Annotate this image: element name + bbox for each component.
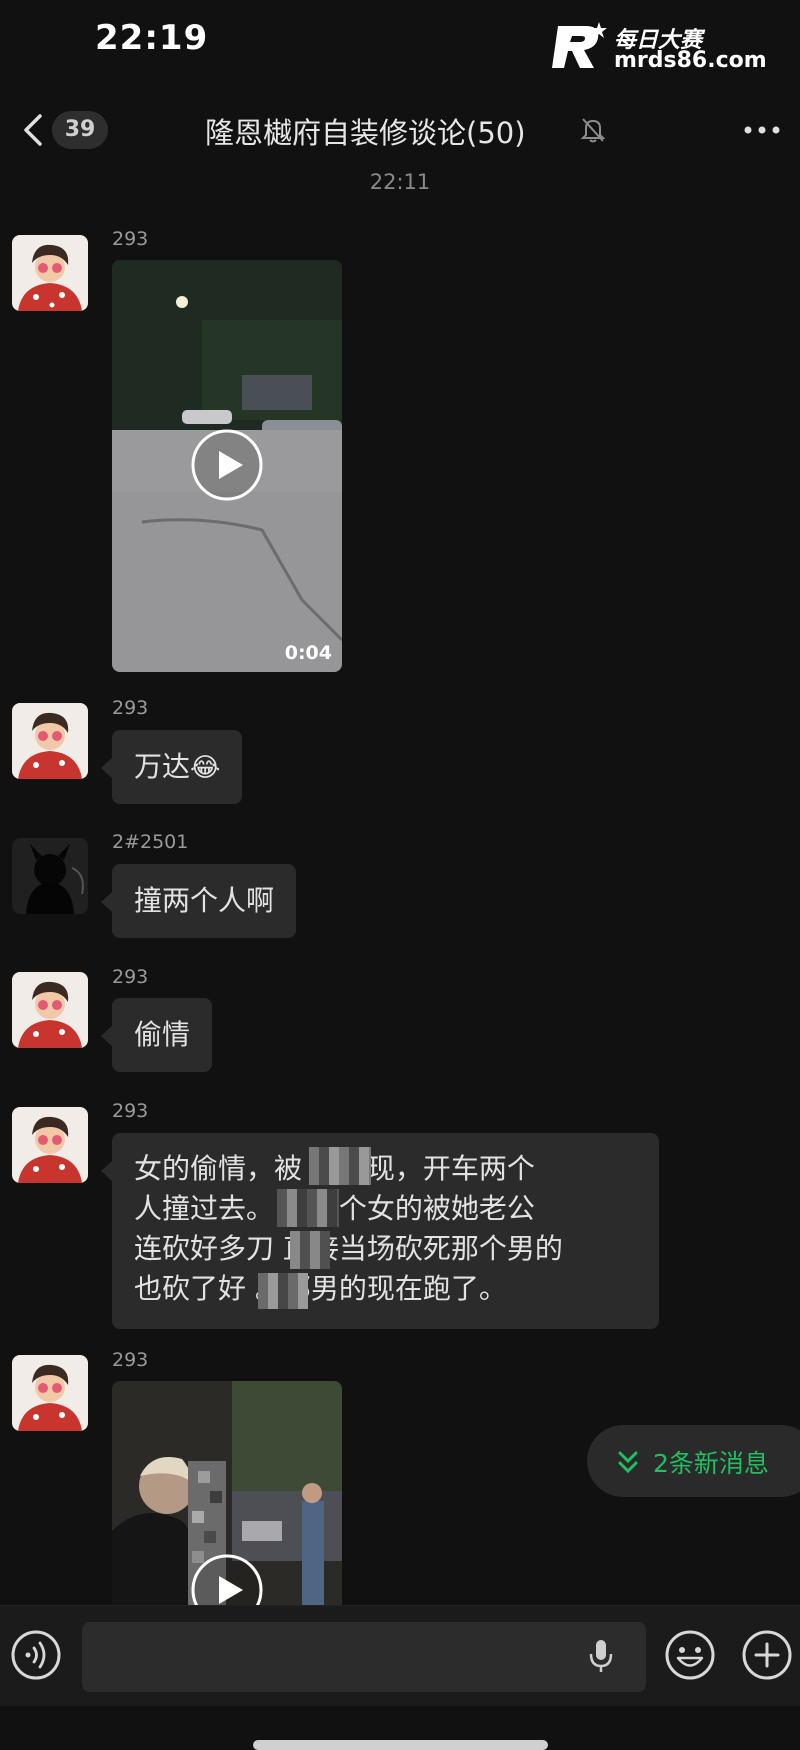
- status-time: 22:19: [95, 18, 209, 58]
- unread-count-badge[interactable]: 39: [52, 111, 108, 149]
- home-indicator: [253, 1740, 548, 1750]
- time-separator: 22:11: [369, 170, 431, 194]
- avatar-image: [12, 838, 88, 914]
- double-chevron-down-icon: [618, 1451, 638, 1474]
- watermark-logo-icon: [552, 22, 607, 68]
- chat-title[interactable]: 隆恩樾府自装修谈论(50): [205, 110, 526, 152]
- avatar-293[interactable]: [12, 1355, 88, 1431]
- avatar-293[interactable]: [12, 703, 88, 779]
- new-messages-label: 2条新消息: [653, 1449, 769, 1478]
- microphone-icon[interactable]: [588, 1638, 614, 1674]
- muted-bell-icon: [580, 118, 606, 143]
- message-text: 偷情: [134, 1018, 191, 1051]
- plus-icon[interactable]: [741, 1629, 793, 1681]
- video-message[interactable]: [112, 1381, 342, 1605]
- play-icon[interactable]: [190, 428, 264, 502]
- message-text: 万达: [134, 750, 191, 783]
- more-options-icon[interactable]: [740, 116, 784, 144]
- watermark-url: mrds86.com: [614, 48, 767, 73]
- video-message[interactable]: 0:04: [112, 260, 342, 672]
- message-line: 也砍了好 。那男的现在跑了。: [134, 1272, 507, 1305]
- message-text: 撞两个人啊: [134, 884, 275, 917]
- sender-name: 293: [112, 1349, 149, 1371]
- chat-header: 39 隆恩樾府自装修谈论(50): [0, 98, 800, 162]
- avatar-2501[interactable]: [12, 838, 88, 914]
- message-line: 女的偷情，被 公发现，开车两个: [134, 1152, 535, 1185]
- input-bar: [0, 1605, 800, 1706]
- avatar-293[interactable]: [12, 1107, 88, 1183]
- avatar-image: [12, 1107, 88, 1183]
- laughing-tears-emoji-icon: 😂: [190, 753, 221, 783]
- censor-mosaic: [309, 1147, 371, 1185]
- avatar-image: [12, 235, 88, 311]
- sender-name: 293: [112, 228, 149, 250]
- avatar-image: [12, 1355, 88, 1431]
- message-bubble[interactable]: 万达😂: [100, 730, 243, 804]
- message-line: 人撞过去。 ，那个女的被她老公: [134, 1192, 535, 1225]
- avatar-image: [12, 972, 88, 1048]
- avatar-293[interactable]: [12, 235, 88, 311]
- watermark: 每日大赛 mrds86.com: [552, 20, 792, 76]
- play-icon[interactable]: [190, 1553, 264, 1605]
- message-bubble[interactable]: 女的偷情，被 公发现，开车两个 人撞过去。 ，那个女的被她老公 连砍好多刀 直接…: [101, 1133, 659, 1329]
- sender-name: 293: [112, 697, 149, 719]
- message-bubble[interactable]: 撞两个人啊: [100, 864, 297, 938]
- avatar-293[interactable]: [12, 972, 88, 1048]
- message-input[interactable]: [82, 1622, 646, 1692]
- emoji-icon[interactable]: [664, 1629, 716, 1681]
- censor-mosaic: [277, 1189, 339, 1227]
- sender-name: 2#2501: [112, 831, 189, 853]
- sender-name: 293: [112, 966, 149, 988]
- censor-mosaic: [258, 1273, 308, 1309]
- censor-mosaic: [290, 1231, 330, 1269]
- voice-input-icon[interactable]: [10, 1629, 62, 1681]
- new-messages-button[interactable]: 2条新消息: [587, 1425, 800, 1497]
- avatar-image: [12, 703, 88, 779]
- video-duration: 0:04: [284, 642, 332, 664]
- message-bubble[interactable]: 偷情: [100, 998, 213, 1072]
- back-arrow-icon[interactable]: [18, 110, 48, 150]
- sender-name: 293: [112, 1100, 149, 1122]
- message-line: 连砍好多刀 直接当场砍死那个男的: [134, 1232, 563, 1265]
